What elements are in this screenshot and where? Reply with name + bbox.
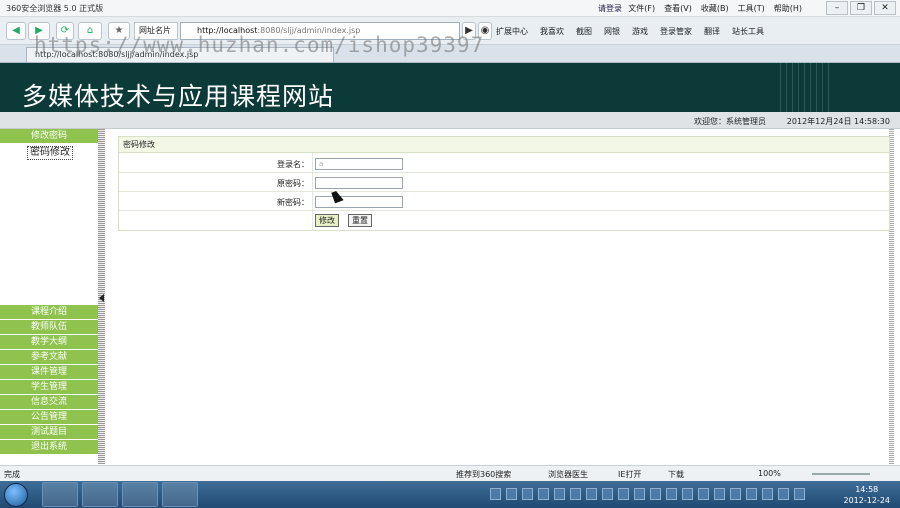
login-name-input[interactable]: a <box>315 158 403 170</box>
tool-translate[interactable]: 翻译 <box>704 26 720 37</box>
taskbar: 14:58 2012-12-24 <box>0 481 900 508</box>
login-name-row: 登录名： a <box>119 154 889 173</box>
menu-favorites[interactable]: 收藏(B) <box>701 3 729 14</box>
menu-tools[interactable]: 工具(T) <box>738 3 765 14</box>
new-password-input[interactable] <box>315 196 403 208</box>
status-download[interactable]: 下载 <box>668 469 684 480</box>
menu-view[interactable]: 查看(V) <box>664 3 692 14</box>
collapse-arrow-icon[interactable] <box>99 294 104 302</box>
browser-title: 360安全浏览器 5.0 正式版 <box>6 4 104 13</box>
tray-icon[interactable] <box>506 488 517 500</box>
menu-help[interactable]: 帮助(H) <box>774 3 802 14</box>
site-title: 多媒体技术与应用课程网站 <box>22 82 335 111</box>
sidebar-item-notices[interactable]: 公告管理 <box>0 410 98 425</box>
sidebar-item-course-intro[interactable]: 课程介绍 <box>0 305 98 320</box>
clock-time: 14:58 <box>855 485 879 494</box>
tray-icon[interactable] <box>650 488 661 500</box>
panel-title: 密码修改 <box>119 137 889 153</box>
tray-icon[interactable] <box>698 488 709 500</box>
tray-icon[interactable] <box>554 488 565 500</box>
status-ie-open[interactable]: IE打开 <box>618 469 641 480</box>
minimize-button[interactable]: – <box>826 1 848 15</box>
sidebar-menu: 课程介绍 教师队伍 教学大纲 参考文献 课件管理 学生管理 信息交流 公告管理 … <box>0 305 98 455</box>
taskbar-clock[interactable]: 14:58 2012-12-24 <box>844 484 891 506</box>
close-button[interactable]: ✕ <box>874 1 896 15</box>
new-password-label: 新密码： <box>277 198 309 207</box>
sidebar-subitem-password[interactable]: 密码修改 <box>27 146 73 160</box>
taskbar-360-browser-icon[interactable] <box>42 482 78 507</box>
welcome-text: 欢迎您：系统管理员 <box>694 117 766 126</box>
site-banner: 多媒体技术与应用课程网站 <box>0 63 900 112</box>
tool-screenshot[interactable]: 截图 <box>576 26 592 37</box>
tray-icon[interactable] <box>490 488 501 500</box>
login-link[interactable]: 请登录 <box>598 3 622 14</box>
tray-icon[interactable] <box>794 488 805 500</box>
tool-login-manager[interactable]: 登录管家 <box>660 26 692 37</box>
tray-icon[interactable] <box>586 488 597 500</box>
sidebar-item-students[interactable]: 学生管理 <box>0 380 98 395</box>
sidebar-item-references[interactable]: 参考文献 <box>0 350 98 365</box>
tray-icon[interactable] <box>666 488 677 500</box>
old-password-label: 原密码： <box>277 179 309 188</box>
reset-button[interactable]: 重置 <box>348 214 372 227</box>
button-row: 修改 重置 <box>119 211 889 230</box>
status-doctor[interactable]: 浏览器医生 <box>548 469 588 480</box>
taskbar-ie-icon[interactable] <box>82 482 118 507</box>
zoom-level[interactable]: 100% <box>758 469 781 478</box>
current-datetime: 2012年12月24日 14:58:30 <box>786 117 890 126</box>
frame-splitter[interactable] <box>98 129 105 464</box>
tray-icon[interactable] <box>762 488 773 500</box>
tray-icon[interactable] <box>570 488 581 500</box>
banner-decoration <box>780 63 830 112</box>
tool-games[interactable]: 游戏 <box>632 26 648 37</box>
sidebar-item-logout[interactable]: 退出系统 <box>0 440 98 455</box>
sidebar-item-teachers[interactable]: 教师队伍 <box>0 320 98 335</box>
browser-titlebar: 360安全浏览器 5.0 正式版 请登录 文件(F) 查看(V) 收藏(B) 工… <box>0 0 900 17</box>
sidebar-item-courseware[interactable]: 课件管理 <box>0 365 98 380</box>
new-password-row: 新密码： <box>119 192 889 211</box>
password-form-panel: 密码修改 登录名： a 原密码： 新密码： 修改 重置 <box>118 136 890 231</box>
tool-webmaster[interactable]: 站长工具 <box>732 26 764 37</box>
taskbar-eclipse-icon[interactable] <box>162 482 198 507</box>
tray-icon[interactable] <box>602 488 613 500</box>
sidebar-item-syllabus[interactable]: 教学大纲 <box>0 335 98 350</box>
watermark: https://www.huzhan.com/ishop39397 <box>34 33 485 57</box>
old-password-input[interactable] <box>315 177 403 189</box>
maximize-button[interactable]: ❐ <box>850 1 872 15</box>
start-button[interactable] <box>4 483 28 507</box>
tool-bank[interactable]: 网银 <box>604 26 620 37</box>
sidebar-item-change-password[interactable]: 修改密码 <box>0 129 98 144</box>
sidebar-item-tests[interactable]: 测试题目 <box>0 425 98 440</box>
tray-icon[interactable] <box>730 488 741 500</box>
tool-extensions[interactable]: 扩展中心 <box>496 26 528 37</box>
tray-icon[interactable] <box>682 488 693 500</box>
browser-menu: 文件(F) 查看(V) 收藏(B) 工具(T) 帮助(H) <box>628 3 802 14</box>
clock-date: 2012-12-24 <box>843 496 891 505</box>
login-name-label: 登录名： <box>277 160 309 169</box>
info-bar: 欢迎您：系统管理员 2012年12月24日 14:58:30 <box>0 112 900 129</box>
status-bar: 完成 推荐到360搜索 浏览器医生 IE打开 下载 100% <box>0 465 900 481</box>
old-password-row: 原密码： <box>119 173 889 192</box>
taskbar-app-icon[interactable] <box>122 482 158 507</box>
tray-icon[interactable] <box>618 488 629 500</box>
tray-icon[interactable] <box>714 488 725 500</box>
zoom-slider[interactable] <box>812 473 870 475</box>
status-search[interactable]: 推荐到360搜索 <box>456 469 511 480</box>
menu-file[interactable]: 文件(F) <box>628 3 655 14</box>
tool-likes[interactable]: 我喜欢 <box>540 26 564 37</box>
toolbar-links: 扩展中心 我喜欢 截图 网银 游戏 登录管家 翻译 站长工具 <box>496 26 764 37</box>
tray-icon[interactable] <box>634 488 645 500</box>
sidebar-item-messages[interactable]: 信息交流 <box>0 395 98 410</box>
submit-button[interactable]: 修改 <box>315 214 339 227</box>
status-text: 完成 <box>4 470 20 479</box>
tray-icon[interactable] <box>522 488 533 500</box>
tray-icon[interactable] <box>538 488 549 500</box>
back-icon[interactable]: ◀ <box>6 22 26 40</box>
system-tray <box>490 488 805 500</box>
tray-icon[interactable] <box>778 488 789 500</box>
tray-icon[interactable] <box>746 488 757 500</box>
